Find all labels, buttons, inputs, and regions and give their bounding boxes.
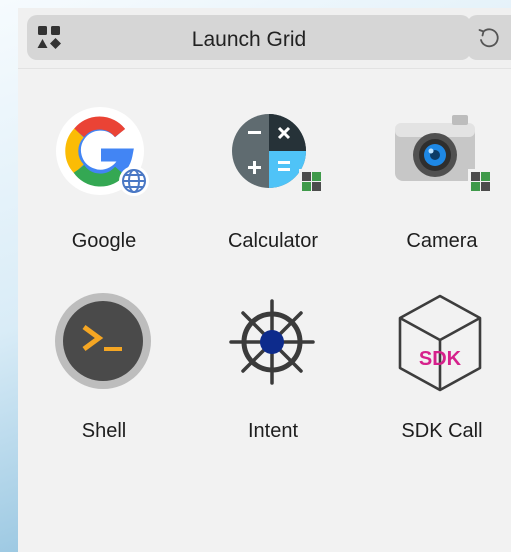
calculator-icon [223, 103, 323, 203]
sdk-badge-text: SDK [419, 348, 462, 370]
camera-icon [392, 103, 492, 203]
app-title: Launch Grid [191, 28, 307, 51]
app-tile-camera[interactable]: Camera [367, 93, 511, 258]
google-icon [54, 103, 154, 203]
app-label-calculator: Calculator [227, 230, 319, 252]
app-label-sdk-call: SDK Call [401, 420, 483, 442]
sdk-cube-icon: SDK [392, 293, 492, 393]
app-label-intent: Intent [247, 420, 299, 442]
app-tile-sdk-call[interactable]: SDK SDK Call [367, 283, 511, 448]
app-label-shell: Shell [81, 420, 127, 442]
app-label-google: Google [71, 230, 137, 252]
app-label-camera: Camera [406, 230, 478, 252]
app-tile-google[interactable]: Google [29, 93, 179, 258]
app-grid: Google Calculator Camera Shell Intent SD… [18, 68, 511, 488]
title-bar[interactable]: Launch Grid [27, 15, 471, 60]
refresh-icon [478, 28, 499, 48]
refresh-button[interactable] [467, 15, 511, 60]
header-bar: Launch Grid [18, 8, 511, 69]
app-tile-calculator[interactable]: Calculator [198, 93, 348, 258]
app-tile-intent[interactable]: Intent [198, 283, 348, 448]
app-tile-shell[interactable]: Shell [29, 283, 179, 448]
ships-wheel-icon [223, 293, 323, 393]
terminal-icon [54, 293, 154, 393]
launcher-panel: Launch Grid Google Calculator Camera She… [18, 8, 511, 552]
